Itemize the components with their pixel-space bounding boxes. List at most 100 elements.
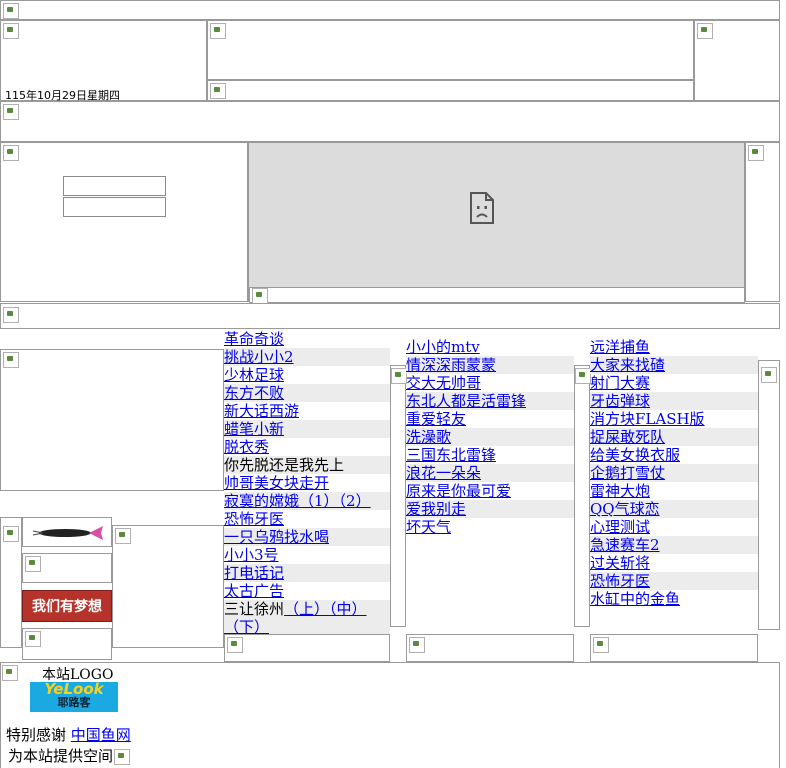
list-item: 蜡笔小新: [224, 420, 390, 438]
list-item-link[interactable]: 革命奇谈: [224, 330, 284, 348]
list-item-link[interactable]: 水缸中的金鱼: [590, 590, 680, 608]
list-item-link[interactable]: 急速赛车2: [590, 536, 660, 554]
broken-image-icon: [391, 368, 407, 384]
logo-text: YeLook: [44, 680, 104, 698]
list-item-link[interactable]: 企鹅打雪仗: [590, 464, 665, 482]
header-left-cell: 115年10月29日星期四: [0, 20, 207, 102]
list-item: 急速赛车2: [590, 536, 758, 554]
list-item: 三国东北雷锋: [406, 446, 574, 464]
list-item-link[interactable]: 挑战小小2: [224, 348, 294, 366]
broken-image-icon: [3, 307, 19, 323]
list-item-link[interactable]: 新大话西游: [224, 402, 299, 420]
list-item-link[interactable]: 东方不败: [224, 384, 284, 402]
list-item-link[interactable]: 恐怖牙医: [224, 510, 284, 528]
list-item: 少林足球: [224, 366, 390, 384]
list-item: QQ气球恋: [590, 500, 758, 518]
small-image-slot-2: [22, 628, 112, 660]
list-item: 新大话西游: [224, 402, 390, 420]
list-item-link[interactable]: 情深深雨蒙蒙: [406, 356, 496, 374]
list-item-link[interactable]: 脱衣秀: [224, 438, 269, 456]
list-item-link[interactable]: QQ气球恋: [590, 500, 660, 518]
list-item-link[interactable]: 恐怖牙医: [590, 572, 650, 590]
broken-image-icon: [210, 23, 226, 39]
list-item-link[interactable]: 消方块FLASH版: [590, 410, 705, 428]
logo-subtext: 耶路客: [57, 696, 91, 709]
list-item-link[interactable]: 坏天气: [406, 518, 451, 536]
part-middle-link[interactable]: （中）: [329, 600, 367, 618]
list-item: 雷神大炮: [590, 482, 758, 500]
list-item: 远洋捕鱼: [590, 338, 758, 356]
site-logo[interactable]: YeLook 耶路客: [30, 682, 118, 712]
list-item-link[interactable]: 太古广告: [224, 582, 284, 600]
list-item-link[interactable]: 射门大赛: [590, 374, 650, 392]
list-item-link[interactable]: 大家来找碴: [590, 356, 665, 374]
list-item-link[interactable]: 少林足球: [224, 366, 284, 384]
list-item: 水缸中的金鱼: [590, 590, 758, 608]
broken-image-icon: [593, 637, 609, 653]
broken-image-icon: [761, 367, 777, 383]
list-item: 恐怖牙医: [590, 572, 758, 590]
list-item: 射门大赛: [590, 374, 758, 392]
list-item-link[interactable]: 给美女换衣服: [590, 446, 680, 464]
list-item: 坏天气: [406, 518, 574, 536]
header-center-cell: [207, 20, 694, 80]
list-item-link[interactable]: 小小的mtv: [406, 338, 480, 356]
list-item: 重爱轻友: [406, 410, 574, 428]
broken-image-icon: [3, 352, 19, 368]
list-item-link[interactable]: 交大无帅哥: [406, 374, 481, 392]
list-item-link[interactable]: 洗澡歌: [406, 428, 451, 446]
list-item: 交大无帅哥: [406, 374, 574, 392]
col3-left-spacer: [574, 365, 591, 627]
list-item: 消方块FLASH版: [590, 410, 758, 428]
list-item: 恐怖牙医: [224, 510, 390, 528]
list-item: 小小的mtv: [406, 338, 574, 356]
list-item-link[interactable]: 过关斩将: [590, 554, 650, 572]
broken-image-icon: [114, 749, 131, 765]
dream-banner[interactable]: 我们有梦想: [22, 590, 112, 622]
list-item-link[interactable]: 蜡笔小新: [224, 420, 284, 438]
list-item-link[interactable]: 东北人都是活雷锋: [406, 392, 526, 410]
china-fish-link[interactable]: 中国鱼网: [71, 726, 131, 744]
list-item-link[interactable]: 雷神大炮: [590, 482, 650, 500]
broken-image-icon: [697, 23, 713, 39]
list-item-link[interactable]: 打电话记: [224, 564, 284, 582]
flash-media-area[interactable]: [248, 142, 745, 304]
broken-image-icon: [25, 631, 41, 647]
broken-image-icon: [227, 637, 243, 653]
list-item: 洗澡歌: [406, 428, 574, 446]
part-up-link[interactable]: （上）: [284, 600, 329, 618]
list-item-link[interactable]: 寂寞的嫦娥（1）（2）: [224, 492, 371, 510]
list-item: 牙齿弹球: [590, 392, 758, 410]
list-item-link[interactable]: 重爱轻友: [406, 410, 466, 428]
list-item: 挑战小小2: [224, 348, 390, 366]
password-input[interactable]: [63, 197, 166, 217]
divider-bar-frame: [0, 303, 780, 329]
list-item-link[interactable]: 小小3号: [224, 546, 279, 564]
list-item-link[interactable]: 远洋捕鱼: [590, 338, 650, 356]
flash-caption-strip: [249, 287, 745, 304]
username-input[interactable]: [63, 176, 166, 196]
broken-image-icon: [252, 288, 268, 304]
header-right-cell: [694, 20, 780, 101]
list-item-link[interactable]: 浪花一朵朵: [406, 464, 481, 482]
broken-image-icon: [409, 637, 425, 653]
list-item: 情深深雨蒙蒙: [406, 356, 574, 374]
list-item-link[interactable]: 心理测试: [590, 518, 650, 536]
list-item-link[interactable]: 原来是你最可爱: [406, 482, 511, 500]
list-item-link[interactable]: 爱我别走: [406, 500, 466, 518]
broken-image-icon: [3, 104, 19, 120]
broken-image-icon: [3, 23, 19, 39]
list-item: 原来是你最可爱: [406, 482, 574, 500]
list-item-link[interactable]: 牙齿弹球: [590, 392, 650, 410]
list-item-link[interactable]: 一只乌鸦找水喝: [224, 528, 329, 546]
broken-image-icon: [115, 528, 131, 544]
list-item-link[interactable]: 帅哥美女块走开: [224, 474, 329, 492]
list-item: 革命奇谈: [224, 330, 390, 348]
fish-banner-image[interactable]: [22, 517, 112, 547]
list-item: 帅哥美女块走开: [224, 474, 390, 492]
col3-footer-cell: [590, 634, 758, 662]
list-item-link[interactable]: 捉屎敢死队: [590, 428, 665, 446]
list-item: 小小3号: [224, 546, 390, 564]
col1-footer-cell: [224, 634, 390, 662]
list-item-link[interactable]: 三国东北雷锋: [406, 446, 496, 464]
